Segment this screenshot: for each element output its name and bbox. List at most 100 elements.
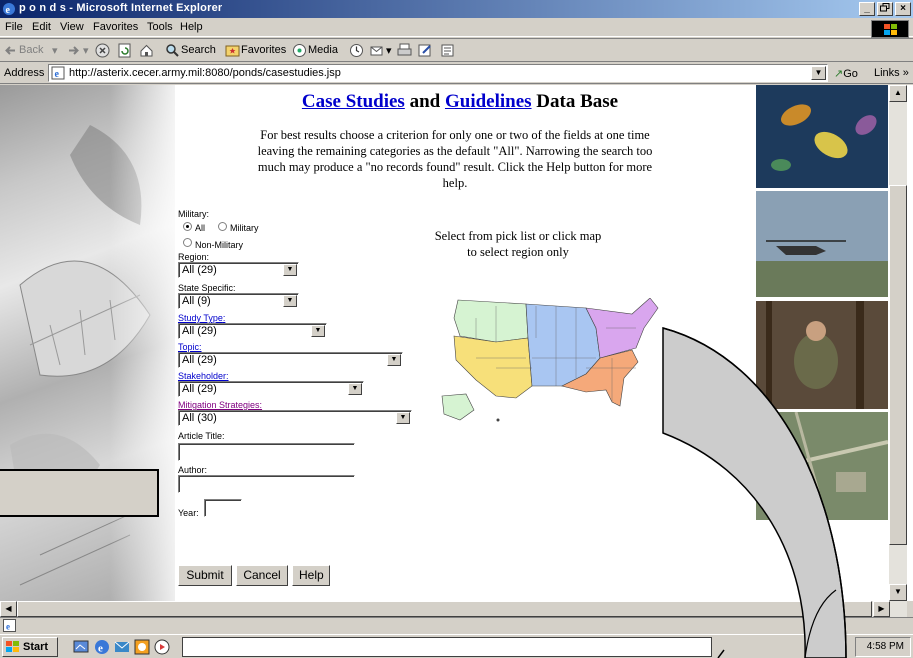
study-type-link[interactable]: Study Type: — [178, 313, 225, 323]
gray-overlay-box — [0, 469, 159, 517]
address-input[interactable]: e http://asterix.cecer.army.mil:8080/pon… — [48, 64, 828, 82]
status-bar: e — [0, 617, 913, 633]
stop-icon[interactable] — [95, 43, 110, 58]
horizontal-scrollbar[interactable]: ◀ ▶ — [0, 601, 907, 617]
menu-favorites[interactable]: Favorites — [93, 21, 138, 33]
window-title: p o n d s - Microsoft Internet Explorer — [19, 2, 223, 14]
mail-dropdown-icon[interactable]: ▾ — [386, 44, 392, 57]
author-input[interactable] — [178, 475, 355, 493]
help-button[interactable]: Help — [292, 565, 330, 586]
home-icon[interactable] — [139, 43, 154, 58]
chevron-down-icon: ▼ — [311, 325, 325, 337]
chevron-down-icon: ▼ — [396, 412, 410, 424]
history-icon[interactable] — [349, 43, 364, 58]
back-button[interactable]: Back — [19, 44, 43, 56]
taskbar: Start e 4:58 PM — [0, 634, 913, 658]
show-desktop-icon[interactable] — [73, 639, 89, 655]
address-url: http://asterix.cecer.army.mil:8080/ponds… — [69, 67, 341, 79]
map-note-line-2: to select region only — [467, 245, 569, 259]
scroll-right-button[interactable]: ▶ — [873, 601, 890, 617]
cancel-button[interactable]: Cancel — [236, 565, 288, 586]
search-icon — [166, 44, 179, 57]
refresh-icon[interactable] — [117, 43, 132, 58]
topic-select[interactable]: All (29) ▼ — [178, 352, 403, 368]
go-button[interactable]: ↗Go — [834, 67, 858, 80]
start-button[interactable]: Start — [2, 637, 58, 657]
chevron-down-icon: ▼ — [283, 264, 297, 276]
scroll-down-button[interactable]: ▼ — [889, 584, 907, 601]
title-bar: e p o n d s - Microsoft Internet Explore… — [0, 0, 913, 18]
region-label: Region: — [178, 252, 210, 262]
mitigation-strategies-select[interactable]: All (30) ▼ — [178, 410, 412, 426]
guidelines-link[interactable]: Guidelines — [445, 91, 532, 112]
article-title-input[interactable] — [178, 443, 355, 461]
radio-military[interactable] — [218, 222, 227, 231]
us-region-map[interactable] — [436, 298, 664, 428]
media-button[interactable]: Media — [308, 44, 338, 56]
favorites-button[interactable]: Favorites — [241, 44, 286, 56]
study-type-select[interactable]: All (29) ▼ — [178, 323, 327, 339]
links-button[interactable]: Links » — [874, 67, 909, 79]
radio-non-military[interactable] — [183, 238, 192, 247]
radio-military-label: Military — [230, 223, 259, 233]
vertical-scrollbar[interactable]: ▲ ▼ — [889, 85, 907, 601]
edit-icon[interactable] — [418, 43, 433, 58]
menu-view[interactable]: View — [60, 21, 84, 33]
print-icon[interactable] — [397, 43, 412, 58]
forward-dropdown-icon[interactable]: ▾ — [83, 44, 89, 57]
scroll-up-button[interactable]: ▲ — [889, 85, 907, 102]
region-alaska[interactable] — [441, 393, 475, 421]
case-studies-link[interactable]: Case Studies — [302, 91, 405, 112]
year-input[interactable] — [204, 499, 242, 517]
menu-file[interactable]: File — [5, 21, 23, 33]
radio-all[interactable] — [183, 222, 192, 231]
photo-strip — [756, 85, 888, 601]
mitigation-strategies-link[interactable]: Mitigation Strategies: — [178, 400, 262, 410]
maximize-button[interactable] — [877, 2, 893, 16]
back-arrow-icon — [5, 46, 15, 55]
svg-text:e: e — [98, 643, 103, 655]
menu-edit[interactable]: Edit — [32, 21, 51, 33]
favorites-icon — [225, 45, 240, 57]
radio-all-label: All — [195, 223, 206, 233]
submit-button[interactable]: Submit — [178, 565, 232, 586]
back-dropdown-icon[interactable]: ▾ — [52, 44, 58, 57]
media-player-icon[interactable] — [134, 639, 150, 655]
outlook-icon[interactable] — [114, 639, 130, 655]
address-dropdown-icon[interactable]: ▼ — [811, 66, 826, 80]
stakeholder-link[interactable]: Stakeholder: — [178, 371, 229, 381]
media-icon — [293, 44, 306, 57]
forward-arrow-icon[interactable] — [66, 43, 81, 58]
topic-link[interactable]: Topic: — [178, 342, 202, 352]
vertical-scroll-thumb[interactable] — [889, 185, 907, 545]
svg-text:e: e — [6, 5, 11, 16]
stakeholder-select[interactable]: All (29) ▼ — [178, 381, 364, 397]
internet-explorer-icon[interactable]: e — [94, 639, 110, 655]
close-button[interactable]: × — [895, 2, 911, 16]
menu-tools[interactable]: Tools — [147, 21, 173, 33]
title-and: and — [409, 91, 441, 112]
minimize-button[interactable]: _ — [859, 2, 875, 16]
region-northwest[interactable] — [453, 299, 529, 343]
chevron-down-icon: ▼ — [348, 383, 362, 395]
region-select[interactable]: All (29) ▼ — [178, 262, 299, 278]
svg-text:e: e — [6, 622, 10, 632]
scroll-left-button[interactable]: ◀ — [0, 601, 17, 617]
taskbar-window-button[interactable] — [182, 637, 712, 657]
horizontal-scroll-thumb[interactable] — [17, 601, 872, 617]
region-west[interactable] — [453, 335, 533, 399]
app-shortcut-icon[interactable] — [154, 639, 170, 655]
discuss-icon[interactable] — [440, 43, 455, 58]
helicopter-photo — [756, 191, 888, 297]
page-icon: e — [51, 66, 65, 80]
mail-icon[interactable] — [370, 43, 385, 58]
state-specific-select[interactable]: All (9) ▼ — [178, 293, 299, 309]
address-label: Address — [4, 67, 45, 79]
menu-help[interactable]: Help — [180, 21, 203, 33]
page-status-icon: e — [3, 619, 16, 632]
military-label: Military: — [178, 209, 209, 219]
search-button[interactable]: Search — [181, 44, 216, 56]
radio-non-military-label: Non-Military — [195, 240, 244, 250]
chevron-down-icon: ▼ — [387, 354, 401, 366]
page-title: Case Studies and Guidelines Data Base — [260, 91, 660, 113]
